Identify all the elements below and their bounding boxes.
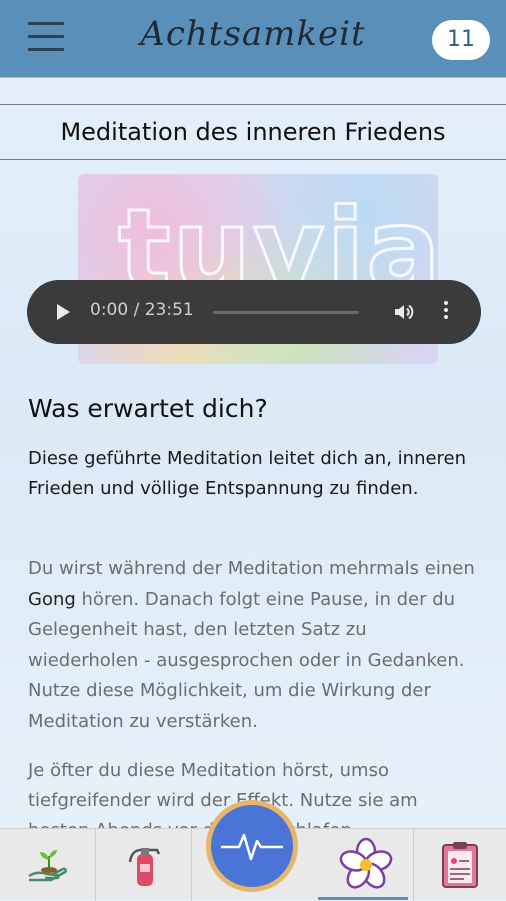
count-badge[interactable]: 11 bbox=[432, 20, 490, 60]
audio-player[interactable]: 0:00 / 23:51 bbox=[27, 280, 481, 344]
para1-text-a: Du wirst während der Meditation mehrmals… bbox=[28, 558, 475, 579]
fire-extinguisher-icon bbox=[128, 848, 160, 886]
plant-hand-icon bbox=[27, 850, 67, 882]
gong-term: Gong bbox=[28, 588, 76, 610]
main-content[interactable]: Meditation des inneren Friedens tuvia 0:… bbox=[0, 78, 506, 828]
page-title: Meditation des inneren Friedens bbox=[0, 104, 506, 160]
para1-text-b: hören. Danach folgt eine Pause, in der d… bbox=[28, 588, 465, 732]
more-options-icon[interactable] bbox=[443, 300, 449, 324]
app-title: Achtsamkeit bbox=[140, 14, 366, 54]
tab-plant[interactable] bbox=[0, 829, 96, 901]
center-heartbeat-button[interactable] bbox=[206, 800, 298, 892]
tab-emergency[interactable] bbox=[96, 829, 192, 901]
volume-icon[interactable] bbox=[392, 300, 416, 324]
time-display: 0:00 / 23:51 bbox=[90, 300, 194, 320]
app-header: Achtsamkeit 11 bbox=[0, 0, 506, 78]
tab-flower[interactable] bbox=[318, 829, 414, 901]
lead-paragraph: Diese geführte Meditation leitet dich an… bbox=[28, 448, 467, 499]
flower-icon bbox=[339, 837, 392, 889]
section-heading: Was erwartet dich? bbox=[28, 394, 268, 423]
seek-slider[interactable] bbox=[213, 311, 359, 314]
body-paragraph-1: Du wirst während der Meditation mehrmals… bbox=[28, 554, 482, 737]
play-icon[interactable] bbox=[57, 304, 70, 320]
tab-clipboard[interactable] bbox=[414, 829, 506, 901]
clipboard-icon bbox=[442, 842, 478, 888]
heartbeat-icon bbox=[221, 833, 283, 861]
